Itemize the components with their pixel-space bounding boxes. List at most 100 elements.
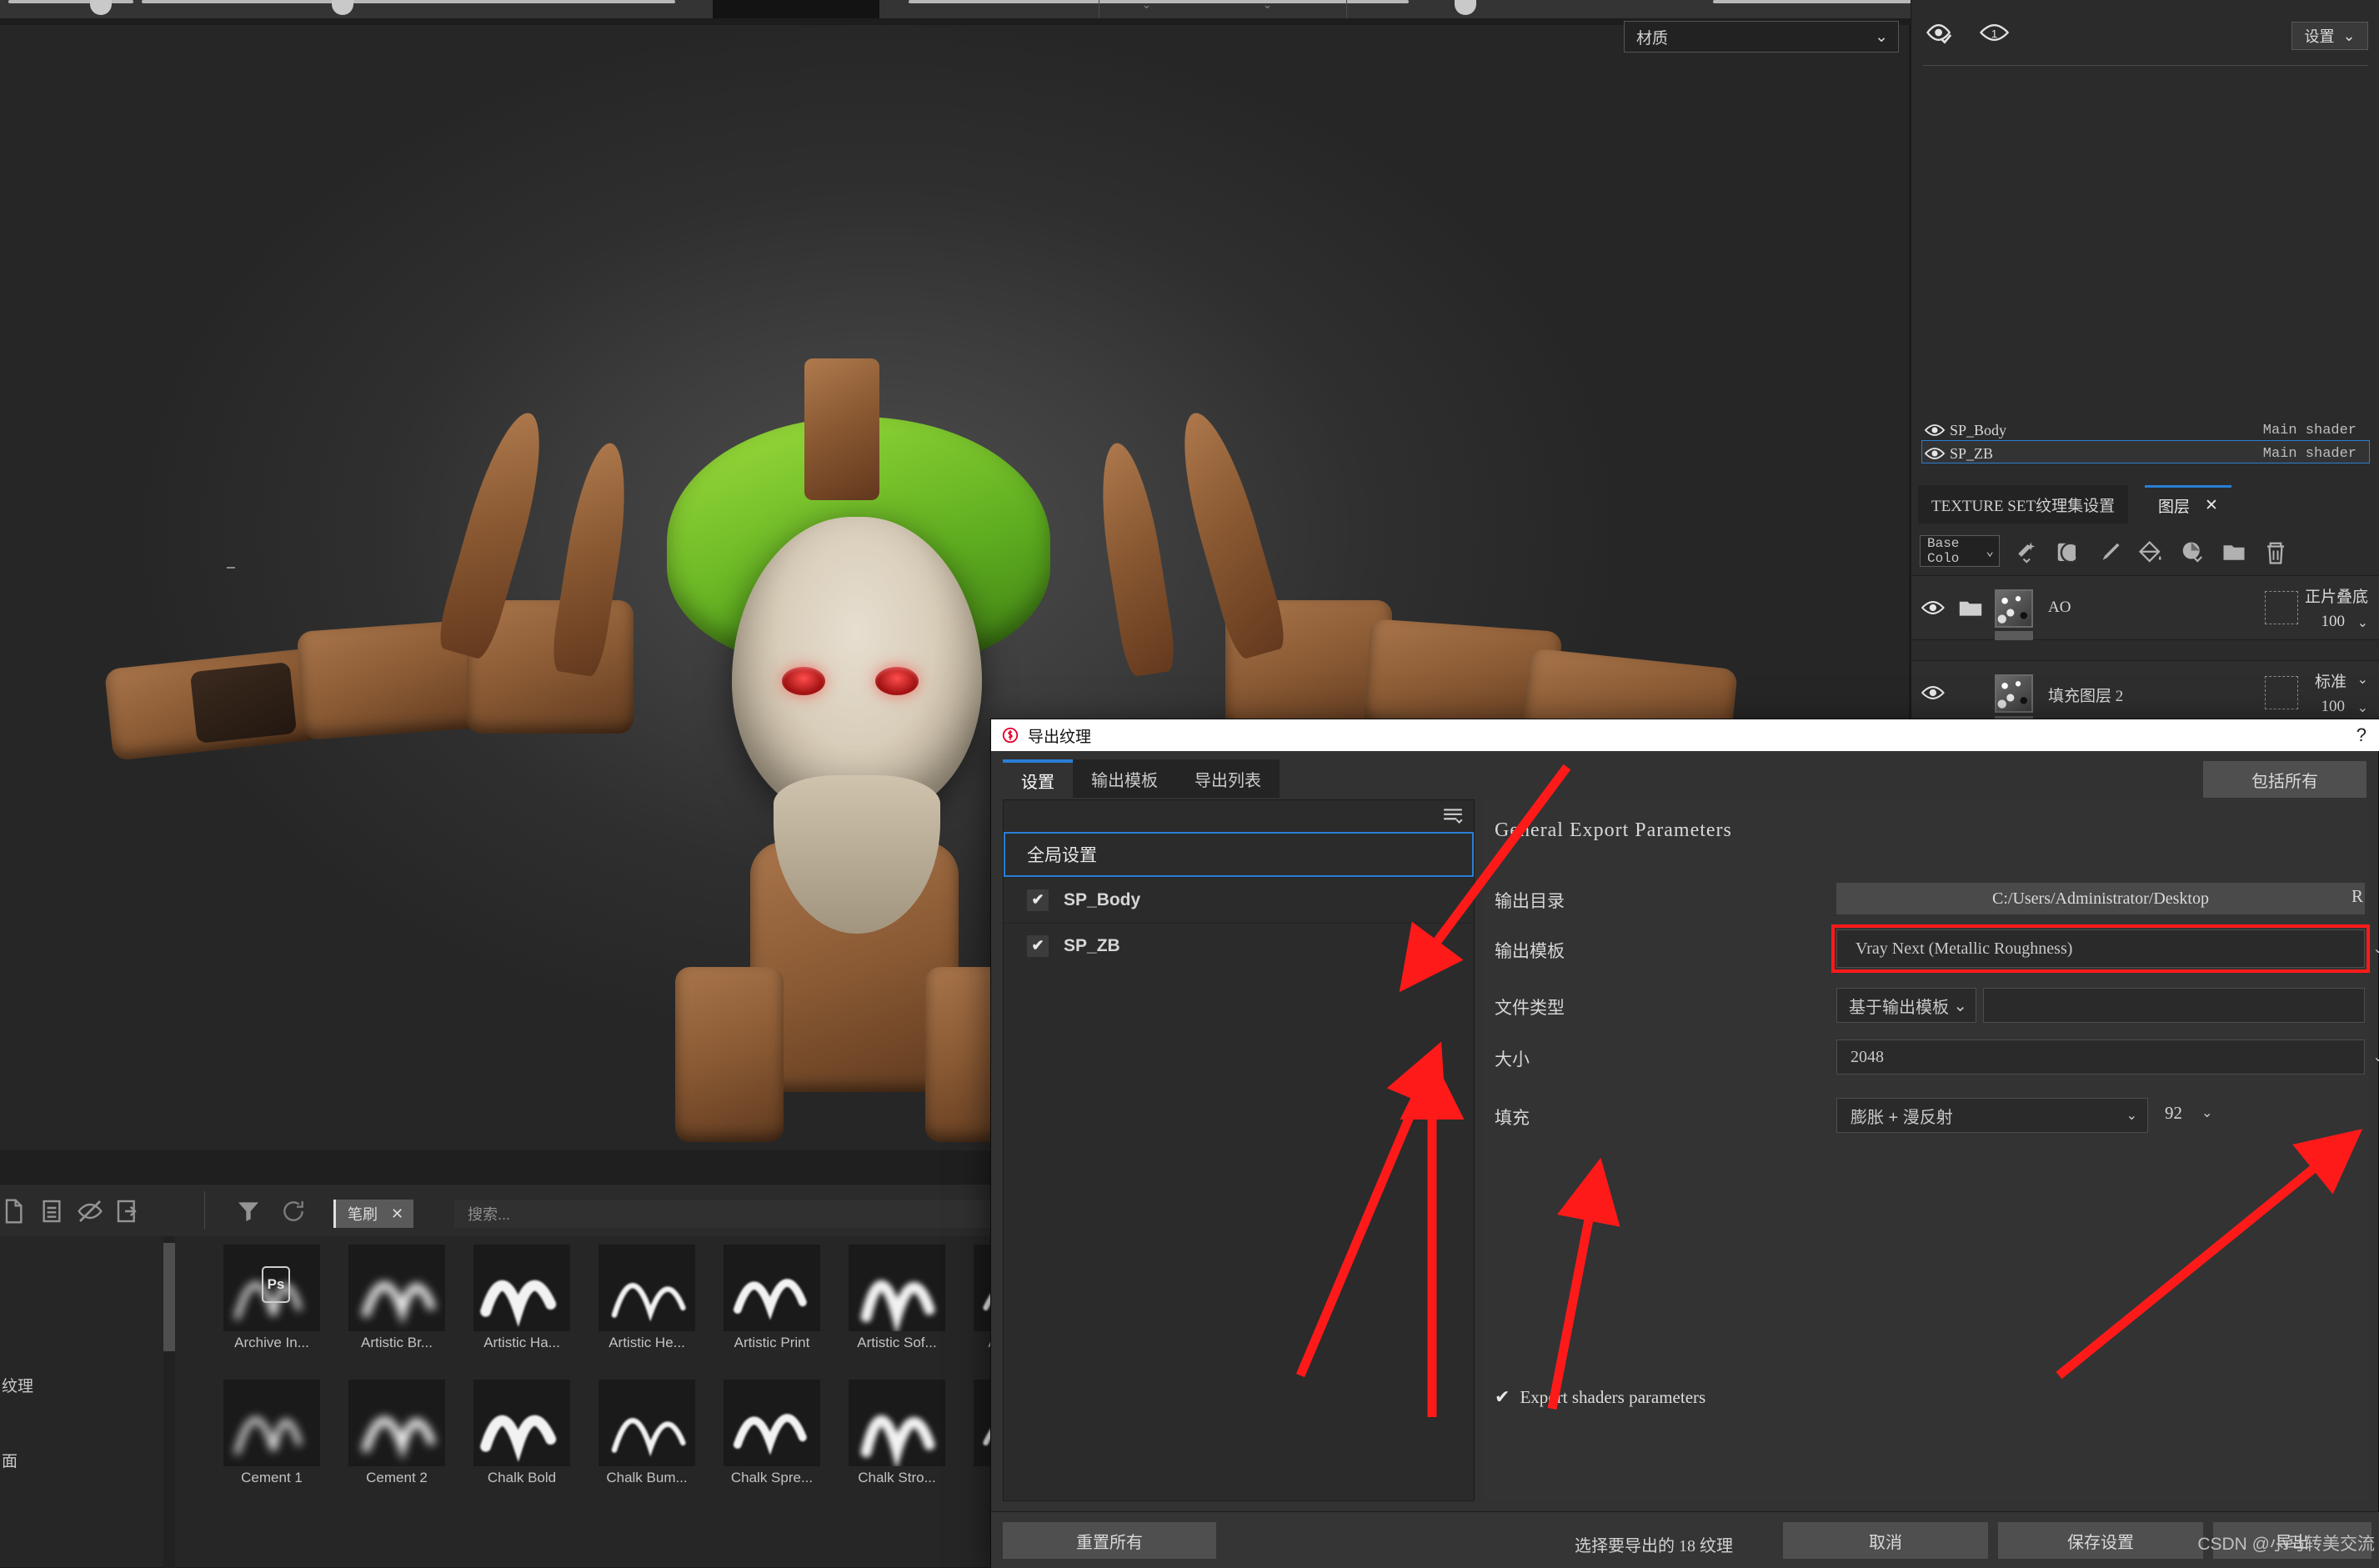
shader-row-sp-body[interactable]: SP_Body Main shader [1921, 418, 2370, 442]
brush-item[interactable]: PsArchive In... [209, 1245, 334, 1351]
export-textures-dialog[interactable]: 导出纹理 ? 设置 输出模板 导出列表 包括所有 全局设置 ✔ SP_Body … [990, 719, 2379, 1567]
funnel-icon[interactable] [235, 1198, 262, 1225]
brush-thumbnail[interactable] [849, 1245, 945, 1331]
brush-thumbnail[interactable]: Ps [223, 1245, 320, 1331]
cancel-button[interactable]: 取消 [1783, 1522, 1988, 1559]
save-doc-icon[interactable] [38, 1198, 65, 1225]
toolbar-slider-knob-2[interactable] [332, 0, 353, 15]
layer-mask-slot[interactable] [2265, 676, 2298, 709]
chevron-down-icon[interactable]: ⌄ [2357, 614, 2368, 631]
brush-item[interactable]: Chalk Stro... [834, 1380, 959, 1486]
paint-bucket-icon[interactable] [2138, 540, 2163, 565]
toolbar-slider-track-2[interactable] [142, 0, 675, 3]
fill-layer-icon[interactable] [2180, 540, 2205, 565]
eye-icon[interactable] [1921, 598, 1946, 618]
layer-row-fill-2[interactable]: 填充图层 2 标准 ⌄ 100 ⌄ [1911, 660, 2379, 725]
side-tab-surfaces[interactable]: 面 [2, 1449, 18, 1471]
layer-mask-slot[interactable] [2265, 591, 2298, 624]
smart-mask-icon[interactable] [2055, 540, 2080, 565]
brush-thumbnail[interactable] [348, 1245, 445, 1331]
reset-all-button[interactable]: 重置所有 [1003, 1522, 1216, 1559]
tab-settings[interactable]: 设置 [1003, 759, 1073, 798]
toolbar-slider-track-3[interactable] [909, 0, 1409, 3]
import-icon[interactable] [115, 1198, 142, 1225]
trash-icon[interactable] [2263, 540, 2288, 565]
brush-item[interactable]: Artistic Print [709, 1245, 834, 1351]
brush-thumbnail[interactable] [599, 1245, 695, 1331]
include-all-button[interactable]: 包括所有 [2203, 761, 2366, 798]
tab-texture-set-settings[interactable]: TEXTURE SET纹理集设置 [1918, 485, 2128, 524]
texture-set-list[interactable]: 全局设置 ✔ SP_Body ✔ SP_ZB [1003, 799, 1475, 1501]
brush-item[interactable]: Chalk Spre... [709, 1380, 834, 1486]
brush-item[interactable]: Artistic Sof... [834, 1245, 959, 1351]
new-doc-icon[interactable] [0, 1198, 27, 1225]
list-row-sp-zb[interactable]: ✔ SP_ZB [1004, 923, 1474, 968]
layer-opacity[interactable]: 100 [2321, 613, 2346, 631]
chevron-down-icon[interactable]: ⌄ [1142, 0, 1151, 12]
magic-wand-icon[interactable] [2013, 540, 2038, 565]
toolbar-value-box[interactable] [713, 0, 879, 18]
channel-dropdown[interactable]: Base Colo ⌄ [1920, 535, 2000, 567]
checkbox[interactable]: ✔ [1495, 1386, 1510, 1408]
layer-row-ao[interactable]: AO 正片叠底 100 ⌄ [1911, 575, 2379, 640]
chevron-down-icon[interactable]: ⌄ [2357, 699, 2368, 716]
brush-item[interactable]: Cement 2 [334, 1380, 459, 1486]
brush-thumbnail[interactable] [724, 1380, 820, 1466]
list-row-sp-body[interactable]: ✔ SP_Body [1004, 877, 1474, 922]
close-icon[interactable]: ✕ [391, 1205, 403, 1223]
file-type-secondary-field[interactable] [1983, 988, 2365, 1023]
output-dir-field[interactable]: C:/Users/Administrator/Desktop [1836, 883, 2365, 914]
chevron-down-icon[interactable]: ⌄ [1263, 0, 1272, 12]
save-settings-button[interactable]: 保存设置 [1998, 1522, 2203, 1559]
export-shaders-parameters-checkbox-row[interactable]: ✔ Export shaders parameters [1495, 1386, 1705, 1408]
toolbar-slider-knob-1[interactable] [90, 0, 112, 15]
brush-thumbnail[interactable] [599, 1380, 695, 1466]
layer-thumbnail[interactable] [1995, 589, 2033, 628]
padding-amount[interactable]: 92 [2165, 1103, 2182, 1124]
toolbar-slider-knob-3[interactable] [1455, 0, 1476, 15]
brush-thumbnail[interactable] [724, 1245, 820, 1331]
layer-thumbnail[interactable] [1995, 674, 2033, 713]
folder-icon[interactable] [2221, 540, 2246, 565]
file-type-dropdown[interactable]: 基于输出模板 ⌄ [1836, 988, 1976, 1023]
paint-brush-icon[interactable] [2096, 540, 2121, 565]
list-options-icon[interactable] [1442, 807, 1464, 825]
brush-thumbnail[interactable] [849, 1380, 945, 1466]
eye-icon[interactable] [1925, 422, 1946, 438]
list-row-global-settings[interactable]: 全局设置 [1004, 832, 1474, 877]
close-icon[interactable]: ✕ [2205, 496, 2218, 515]
size-dropdown[interactable]: 2048 ⌄ [1836, 1039, 2365, 1075]
eye-number-icon[interactable]: 1 [1980, 20, 2011, 45]
filter-chip-brush[interactable]: 笔刷 ✕ [333, 1200, 413, 1228]
help-icon[interactable]: ? [2356, 724, 2366, 746]
brush-item[interactable]: Artistic Ha... [459, 1245, 584, 1351]
hide-eye-icon[interactable] [77, 1198, 103, 1225]
tab-output-templates[interactable]: 输出模板 [1073, 759, 1176, 798]
chevron-down-icon[interactable]: ⌄ [2357, 671, 2368, 688]
folder-icon[interactable] [1958, 598, 1983, 618]
checkbox[interactable]: ✔ [1027, 889, 1049, 911]
brush-item[interactable]: Artistic Br... [334, 1245, 459, 1351]
checkbox[interactable]: ✔ [1027, 935, 1049, 957]
brush-item[interactable]: Chalk Bold [459, 1380, 584, 1486]
tab-export-list[interactable]: 导出列表 [1176, 759, 1280, 798]
shelf-scrollbar-thumb[interactable] [163, 1243, 175, 1351]
eye-icon[interactable] [1921, 683, 1946, 703]
reset-icon[interactable] [280, 1198, 307, 1225]
chevron-down-icon[interactable]: ⌄ [2201, 1105, 2212, 1121]
output-template-dropdown[interactable]: Vray Next (Metallic Roughness) ⌄ [1836, 929, 2365, 968]
material-dropdown[interactable]: 材质 ⌄ [1624, 21, 1899, 53]
brush-item[interactable]: Chalk Bum... [584, 1380, 709, 1486]
tab-layers[interactable]: 图层 ✕ [2145, 485, 2231, 524]
brush-item[interactable]: Cement 1 [209, 1380, 334, 1486]
layer-blend-mode[interactable]: 正片叠底 [2305, 584, 2368, 607]
padding-dropdown[interactable]: 膨胀 + 漫反射 ⌄ [1836, 1098, 2148, 1133]
toolbar-slider-track-1[interactable] [8, 0, 133, 3]
brush-thumbnail[interactable] [223, 1380, 320, 1466]
layer-blend-mode[interactable]: 标准 [2315, 669, 2346, 692]
eye-icon[interactable] [1925, 445, 1946, 462]
brush-thumbnail[interactable] [473, 1380, 570, 1466]
shader-settings-button[interactable]: 设置 ⌄ [2291, 22, 2368, 50]
brush-thumbnail[interactable] [348, 1380, 445, 1466]
shader-row-sp-zb[interactable]: SP_ZB Main shader [1921, 442, 2370, 465]
